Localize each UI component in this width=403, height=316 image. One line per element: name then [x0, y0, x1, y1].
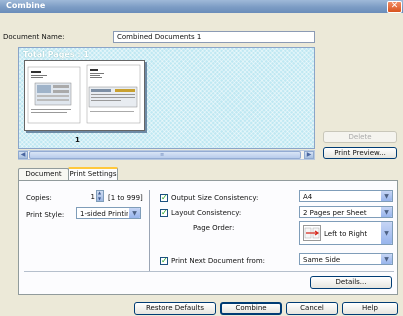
print-next-checkbox[interactable]: ✓	[160, 257, 168, 265]
page-preview-panel[interactable]: Total Pages : 1 1	[18, 47, 315, 149]
check-icon: ✓	[161, 193, 168, 202]
grip-icon: ≡	[160, 152, 165, 158]
horizontal-divider	[24, 271, 394, 272]
print-next-label: Print Next Document from:	[171, 257, 265, 265]
vertical-divider	[149, 190, 150, 272]
layout-consistency-checkbox[interactable]: ✓	[160, 209, 168, 217]
chevron-down-icon[interactable]: ▼	[380, 207, 392, 217]
output-size-checkbox[interactable]: ✓	[160, 194, 168, 202]
scroll-thumb[interactable]: ≡	[29, 151, 301, 159]
page-thumbnail-image	[27, 64, 141, 124]
copies-value[interactable]: 1	[89, 193, 95, 201]
tab-print-settings[interactable]: Print Settings	[68, 167, 118, 180]
close-button[interactable]: ✕	[387, 1, 402, 13]
page-thumbnail[interactable]	[24, 60, 145, 131]
layout-consistency-label: Layout Consistency:	[171, 209, 242, 217]
page-order-dropdown[interactable]: Left to Right ▼	[299, 221, 393, 245]
print-style-dropdown[interactable]: 1-sided Printing ▼	[76, 207, 141, 219]
output-size-value: A4	[303, 193, 313, 201]
page-order-icon	[303, 225, 321, 241]
chevron-right-icon: ▶	[306, 151, 312, 158]
restore-defaults-button[interactable]: Restore Defaults	[134, 302, 216, 315]
chevron-left-icon: ◀	[20, 151, 26, 158]
spin-up-icon[interactable]: ▲	[98, 190, 101, 195]
print-style-value: 1-sided Printing	[80, 210, 135, 218]
layout-value: 2 Pages per Sheet	[303, 209, 367, 217]
scroll-left-button[interactable]: ◀	[18, 151, 28, 159]
chevron-down-icon[interactable]: ▼	[380, 191, 392, 201]
combine-button[interactable]: Combine	[220, 302, 282, 315]
window-title: Combine	[6, 1, 46, 10]
chevron-down-icon[interactable]: ▼	[380, 254, 392, 264]
document-name-value: Combined Documents 1	[117, 33, 202, 41]
copies-range: [1 to 999]	[108, 194, 143, 202]
tab-document-list[interactable]: Document List	[18, 168, 69, 189]
document-name-input[interactable]: Combined Documents 1	[113, 31, 315, 43]
print-next-dropdown[interactable]: Same Side ▼	[299, 253, 393, 265]
copies-label: Copies:	[26, 194, 52, 202]
check-icon: ✓	[161, 256, 168, 265]
chevron-down-icon[interactable]: ▼	[380, 222, 392, 244]
cancel-button[interactable]: Cancel	[286, 302, 338, 315]
page-order-label: Page Order:	[193, 224, 235, 232]
thumbnail-page-number: 1	[75, 136, 80, 144]
chevron-down-icon[interactable]: ▼	[128, 208, 140, 218]
delete-button[interactable]: Delete	[323, 131, 397, 143]
total-pages-label: Total Pages : 1	[23, 50, 89, 59]
preview-scrollbar[interactable]: ◀ ≡ ▶	[18, 150, 315, 160]
layout-dropdown[interactable]: 2 Pages per Sheet ▼	[299, 206, 393, 218]
spin-down-icon[interactable]: ▼	[98, 196, 101, 201]
print-next-value: Same Side	[303, 256, 341, 264]
title-bar: Combine ✕	[0, 0, 403, 13]
check-icon: ✓	[161, 208, 168, 217]
help-button[interactable]: Help	[342, 302, 398, 315]
page-order-value: Left to Right	[324, 230, 368, 238]
copies-spinner[interactable]: ▲ ▼	[96, 190, 104, 202]
document-name-label: Document Name:	[3, 33, 65, 41]
print-preview-button[interactable]: Print Preview...	[323, 147, 397, 159]
print-style-label: Print Style:	[26, 211, 65, 219]
output-size-label: Output Size Consistency:	[171, 194, 259, 202]
close-icon: ✕	[390, 1, 399, 11]
output-size-dropdown[interactable]: A4 ▼	[299, 190, 393, 202]
scroll-right-button[interactable]: ▶	[304, 151, 314, 159]
details-button[interactable]: Details...	[310, 276, 392, 289]
